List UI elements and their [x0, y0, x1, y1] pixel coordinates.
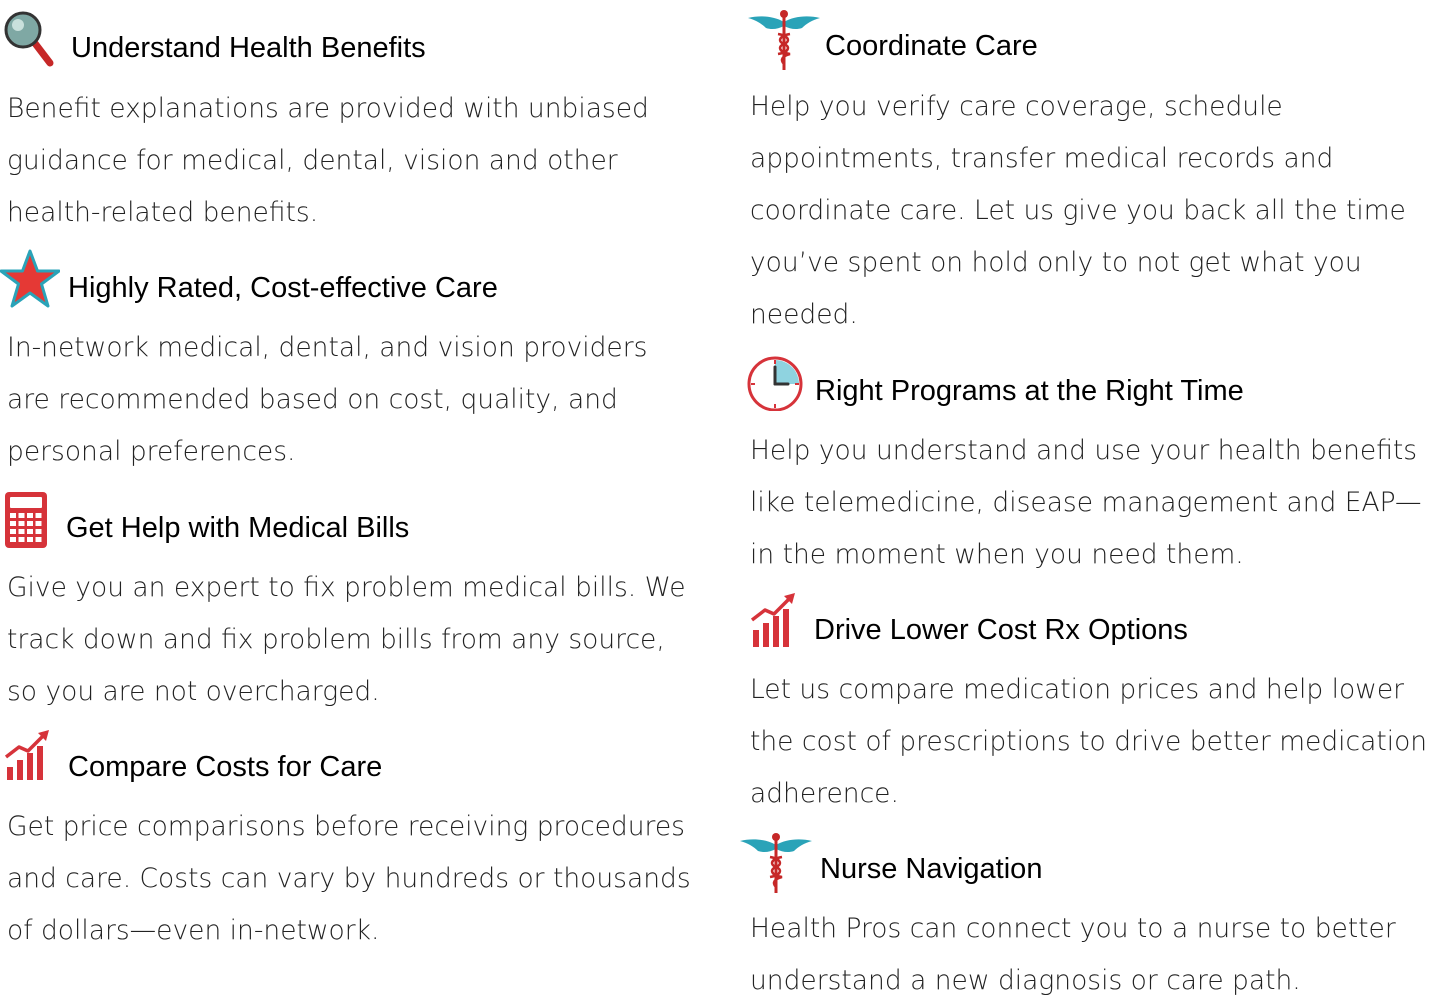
feature-title: Highly Rated, Cost-effective Care: [68, 272, 498, 304]
feature-header: Compare Costs for Care: [0, 727, 700, 787]
feature-coordinate-care: Coordinate Care Help you verify care cov…: [740, 6, 1440, 341]
feature-description: Help you understand and use your health …: [750, 435, 1422, 570]
feature-title: Understand Health Benefits: [71, 32, 426, 64]
feature-title: Coordinate Care: [825, 30, 1038, 62]
feature-understand-health-benefits: Understand Health Benefits Benefit expla…: [0, 8, 700, 239]
magnifier-icon: [0, 8, 60, 68]
feature-header: Drive Lower Cost Rx Options: [740, 590, 1440, 650]
feature-right-programs: Right Programs at the Right Time Help yo…: [740, 351, 1440, 581]
feature-title: Right Programs at the Right Time: [815, 375, 1244, 407]
feature-header: Get Help with Medical Bills: [0, 488, 700, 548]
feature-lower-cost-rx: Drive Lower Cost Rx Options Let us compa…: [740, 590, 1440, 820]
feature-description: Health Pros can connect you to a nurse t…: [750, 913, 1396, 996]
feature-description: Let us compare medication prices and hel…: [750, 674, 1428, 809]
clock-icon: [746, 351, 806, 411]
rising-chart-icon: [748, 590, 808, 650]
feature-description: Help you verify care coverage, schedule …: [750, 91, 1406, 330]
feature-title: Compare Costs for Care: [68, 751, 383, 783]
feature-compare-costs: Compare Costs for Care Get price compari…: [0, 727, 700, 957]
caduceus-icon: [740, 829, 816, 895]
rising-chart-icon: [0, 727, 60, 787]
feature-description: Give you an expert to fix problem medica…: [7, 572, 686, 707]
feature-header: Highly Rated, Cost-effective Care: [0, 248, 700, 308]
feature-header: Coordinate Care: [740, 6, 1440, 70]
feature-title: Drive Lower Cost Rx Options: [814, 614, 1188, 646]
calculator-icon: [0, 488, 60, 548]
feature-description: Get price comparisons before receiving p…: [7, 811, 691, 946]
feature-description: In-network medical, dental, and vision p…: [7, 332, 648, 467]
feature-description: Benefit explanations are provided with u…: [7, 93, 649, 228]
star-icon: [0, 248, 60, 308]
feature-highly-rated-care: Highly Rated, Cost-effective Care In-net…: [0, 248, 700, 478]
caduceus-icon: [746, 6, 822, 72]
feature-header: Right Programs at the Right Time: [740, 351, 1440, 411]
feature-header: Nurse Navigation: [740, 829, 1440, 893]
feature-header: Understand Health Benefits: [0, 8, 700, 68]
feature-title: Nurse Navigation: [820, 853, 1043, 885]
feature-title: Get Help with Medical Bills: [66, 512, 410, 544]
feature-nurse-navigation: Nurse Navigation Health Pros can connect…: [740, 829, 1440, 1007]
feature-medical-bills: Get Help with Medical Bills Give you an …: [0, 488, 700, 718]
